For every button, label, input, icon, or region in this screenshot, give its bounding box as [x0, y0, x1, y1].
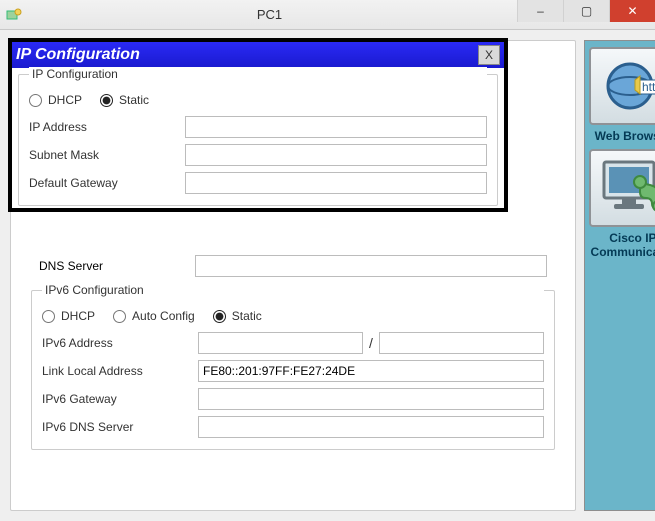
cisco-ip-communicator-caption: Cisco IP Communicator: [591, 231, 655, 259]
ipv6-static-label: Static: [232, 309, 262, 323]
maximize-icon: ▢: [581, 4, 592, 18]
link-local-label: Link Local Address: [42, 364, 192, 378]
ipv6-dhcp-radio[interactable]: [42, 310, 55, 323]
dns-server-input[interactable]: [195, 255, 547, 277]
web-browser-item[interactable]: http: Web Browser: [589, 47, 655, 143]
ipv4-fieldset: IP Configuration DHCP Static IP Address: [18, 74, 498, 206]
close-x-icon: X: [485, 48, 493, 62]
app-icon: [6, 7, 22, 23]
dialog-title: IP Configuration: [16, 46, 478, 64]
ipv6-gateway-label: IPv6 Gateway: [42, 392, 192, 406]
dns-server-label: DNS Server: [39, 259, 189, 273]
ipv6-gateway-input[interactable]: [198, 388, 544, 410]
dns-server-row: DNS Server: [39, 252, 547, 280]
ipv6-legend: IPv6 Configuration: [42, 283, 544, 297]
desktop-sidebar: http: Web Browser: [584, 40, 655, 511]
cisco-ip-communicator-item[interactable]: Cisco IP Communicator: [589, 149, 655, 259]
default-gateway-label: Default Gateway: [29, 176, 179, 190]
ipv6-mode-row: DHCP Auto Config Static: [42, 303, 544, 329]
window-controls: – ▢ ✕: [517, 0, 655, 29]
ipv6-dns-input[interactable]: [198, 416, 544, 438]
ipv6-auto-radio[interactable]: [113, 310, 126, 323]
web-browser-caption: Web Browser: [595, 129, 655, 143]
ipv6-prefix-input[interactable]: [379, 332, 544, 354]
dialog-titlebar: IP Configuration X: [12, 42, 504, 68]
close-icon: ✕: [627, 4, 637, 18]
ipv6-fieldset: IPv6 Configuration DHCP Auto Config S: [31, 290, 555, 450]
ip-configuration-dialog: IP Configuration X IP Configuration DHCP…: [8, 38, 508, 212]
minimize-icon: –: [537, 4, 544, 18]
ipv4-mode-row: DHCP Static: [29, 87, 487, 113]
ipv6-gateway-row: IPv6 Gateway: [42, 385, 544, 413]
static-radio-item[interactable]: Static: [100, 93, 149, 107]
static-radio[interactable]: [100, 94, 113, 107]
ipv6-dhcp-label: DHCP: [61, 309, 95, 323]
cisco-caption-line2: Communicator: [591, 245, 655, 259]
ipv6-address-row: IPv6 Address /: [42, 329, 544, 357]
ipv6-static-radio[interactable]: [213, 310, 226, 323]
web-browser-icon: http:: [589, 47, 655, 125]
ipv6-auto-label: Auto Config: [132, 309, 195, 323]
ip-address-label: IP Address: [29, 120, 179, 134]
default-gateway-row: Default Gateway: [29, 169, 487, 197]
window-title: PC1: [22, 7, 517, 22]
lower-config: DNS Server IPv6 Configuration DHCP Auto …: [17, 252, 569, 450]
ip-address-input[interactable]: [185, 116, 487, 138]
ipv6-auto-radio-item[interactable]: Auto Config: [113, 309, 195, 323]
cisco-ip-communicator-icon: [589, 149, 655, 227]
ip-address-row: IP Address: [29, 113, 487, 141]
dialog-close-button[interactable]: X: [478, 45, 500, 65]
dhcp-radio[interactable]: [29, 94, 42, 107]
link-local-row: Link Local Address: [42, 357, 544, 385]
prefix-slash: /: [369, 335, 373, 351]
dhcp-label: DHCP: [48, 93, 82, 107]
svg-text:http:: http:: [642, 80, 655, 94]
main-panel: IP Configuration X IP Configuration DHCP…: [10, 40, 576, 511]
ipv6-dhcp-radio-item[interactable]: DHCP: [42, 309, 95, 323]
app-window: PC1 – ▢ ✕ IP Configuration X IP Configur…: [0, 0, 655, 521]
ipv6-dns-label: IPv6 DNS Server: [42, 420, 192, 434]
subnet-mask-row: Subnet Mask: [29, 141, 487, 169]
subnet-mask-label: Subnet Mask: [29, 148, 179, 162]
link-local-input[interactable]: [198, 360, 544, 382]
dhcp-radio-item[interactable]: DHCP: [29, 93, 82, 107]
static-label: Static: [119, 93, 149, 107]
ipv4-legend: IP Configuration: [29, 67, 487, 81]
titlebar: PC1 – ▢ ✕: [0, 0, 655, 30]
subnet-mask-input[interactable]: [185, 144, 487, 166]
window-body: IP Configuration X IP Configuration DHCP…: [0, 30, 655, 521]
ipv6-address-input[interactable]: [198, 332, 363, 354]
cisco-caption-line1: Cisco IP: [609, 231, 655, 245]
ipv6-dns-row: IPv6 DNS Server: [42, 413, 544, 441]
minimize-button[interactable]: –: [517, 0, 563, 22]
maximize-button[interactable]: ▢: [563, 0, 609, 22]
close-button[interactable]: ✕: [609, 0, 655, 22]
ipv6-static-radio-item[interactable]: Static: [213, 309, 262, 323]
default-gateway-input[interactable]: [185, 172, 487, 194]
ipv6-address-label: IPv6 Address: [42, 336, 192, 350]
